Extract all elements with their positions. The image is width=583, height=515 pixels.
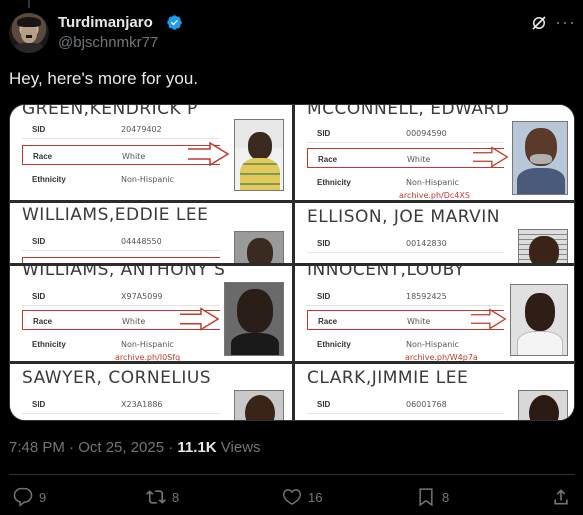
sid-row: SID 20479402 (22, 119, 220, 139)
repost-button[interactable]: 8 (146, 487, 179, 507)
author-handle[interactable]: @bjschnmkr77 (58, 34, 158, 51)
reply-icon (13, 487, 33, 507)
avatar[interactable] (9, 13, 49, 53)
collage-divider (292, 105, 295, 420)
timestamp[interactable]: 7:48 PM · Oct 25, 2025 · (9, 439, 177, 456)
red-arrow (473, 146, 509, 168)
like-button[interactable]: 16 (282, 487, 322, 507)
share-icon (554, 489, 568, 505)
record-card: GREEN,KENDRICK P SID 20479402 Race White E… (10, 105, 292, 200)
mugshot-photo (512, 121, 568, 195)
sid-row: SID X97A5099 (22, 286, 220, 306)
mugshot-photo (518, 229, 568, 263)
bookmark-count: 8 (442, 489, 450, 505)
sid-row: SID 00142830 (307, 233, 504, 253)
ethnicity-row: Ethnicity Non-Hispanic (317, 340, 459, 349)
archive-link: archive.ph/I0Sfq (115, 353, 181, 361)
record-name: MCCONNELL, EDWARD (307, 105, 510, 119)
tweet-header: Turdimanjaro @bjschnmkr77 ··· (9, 12, 575, 55)
mugshot-photo (234, 231, 284, 263)
record-card: MCCONNELL, EDWARD SID 00094590 Race White … (295, 105, 574, 200)
heart-icon (282, 489, 302, 505)
record-name: WILLIAMS,EDDIE LEE (22, 205, 209, 225)
divider (9, 474, 575, 475)
verified-badge-icon (167, 15, 182, 30)
sid-row: SID X23A1886 (22, 394, 220, 414)
bookmark-icon (419, 488, 433, 507)
tweet-text: Hey, here's more for you. (9, 69, 199, 88)
views-label: Views (216, 439, 261, 456)
archive-link: archive.ph/Dc4XS (399, 191, 470, 200)
reply-count: 9 (39, 489, 47, 505)
record-card: ELLISON, JOE MARVIN SID 00142830 (295, 203, 574, 263)
record-card: WILLIAMS,EDDIE LEE SID 04448550 (10, 203, 292, 263)
mugshot-photo (510, 284, 568, 356)
mugshot-photo (234, 390, 284, 420)
tweet-media-image[interactable]: GREEN,KENDRICK P SID 20479402 Race White E… (9, 104, 575, 421)
record-card: WILLIAMS, ANTHONY S SID X97A5099 Race Whit… (10, 266, 292, 361)
thread-connector-line (28, 0, 30, 8)
record-name: ELLISON, JOE MARVIN (307, 207, 500, 227)
archive-link: archive.ph/W4p7a (405, 353, 478, 361)
share-button[interactable] (551, 487, 571, 507)
grok-icon[interactable] (530, 14, 548, 32)
red-arrow (471, 308, 507, 330)
mugshot-photo (234, 119, 284, 191)
sid-row: SID 18592425 (307, 286, 504, 306)
repost-icon (146, 490, 166, 504)
ethnicity-row: Ethnicity Non-Hispanic (32, 175, 174, 184)
red-arrow (180, 307, 220, 331)
author-name[interactable]: Turdimanjaro (58, 14, 153, 31)
action-bar: 9 8 16 8 (9, 487, 575, 509)
sid-row: SID 04448550 (22, 231, 220, 251)
tweet-meta: 7:48 PM · Oct 25, 2025 · 11.1K Views (9, 439, 261, 456)
ethnicity-row: Ethnicity Non-Hispanic (32, 340, 174, 349)
record-card: INNOCENT,LOUBY SID 18592425 Race White Eth… (295, 266, 574, 361)
reply-button[interactable]: 9 (13, 487, 46, 507)
mugshot-photo (518, 390, 568, 420)
mugshot-photo (224, 282, 284, 356)
record-name: GREEN,KENDRICK P (22, 105, 198, 119)
like-count: 16 (308, 489, 323, 505)
record-name: SAWYER, CORNELIUS (22, 368, 212, 388)
bookmark-button[interactable]: 8 (416, 487, 449, 507)
record-name: CLARK,JIMMIE LEE (307, 368, 469, 388)
sid-row: SID 06001768 (307, 394, 504, 414)
views-count: 11.1K (177, 439, 217, 456)
more-options-icon[interactable]: ··· (555, 12, 575, 32)
record-card: SAWYER, CORNELIUS SID X23A1886 (10, 364, 292, 420)
red-arrow (188, 142, 230, 166)
repost-count: 8 (172, 489, 180, 505)
record-card: CLARK,JIMMIE LEE SID 06001768 (295, 364, 574, 420)
sid-row: SID 00094590 (307, 123, 504, 143)
record-name: INNOCENT,LOUBY (307, 266, 465, 280)
ethnicity-row: Ethnicity Non-Hispanic (317, 178, 459, 187)
record-name: WILLIAMS, ANTHONY S (22, 266, 226, 280)
